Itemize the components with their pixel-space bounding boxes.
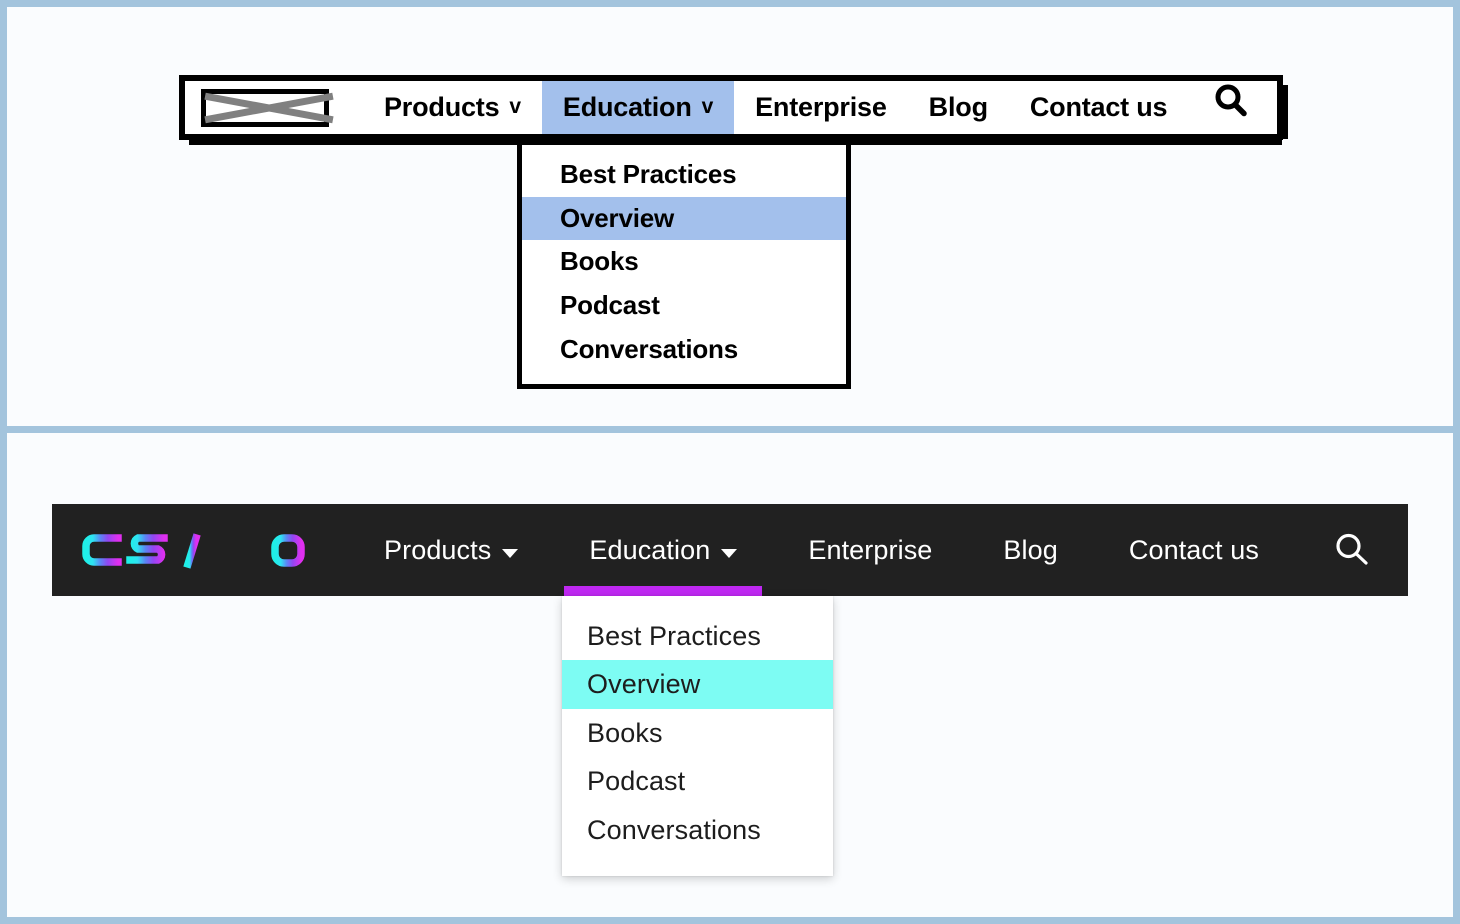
- nav-item-label: Contact us: [1030, 92, 1168, 123]
- nav-item-contact-us[interactable]: Contact us: [1009, 81, 1189, 134]
- dropdown-item-books[interactable]: Books: [562, 709, 833, 757]
- dropdown-item-best-practices[interactable]: Best Practices: [522, 153, 846, 197]
- nav-item-label: Enterprise: [808, 535, 932, 566]
- dropdown-item-podcast[interactable]: Podcast: [522, 284, 846, 328]
- hifi-navbar: Products Education Enterprise Blog Conta…: [52, 504, 1408, 596]
- nav-item-enterprise[interactable]: Enterprise: [783, 504, 957, 596]
- nav-item-label: Education: [589, 535, 710, 566]
- chevron-down-icon: [502, 549, 518, 558]
- nav-item-education[interactable]: Education v: [542, 81, 734, 134]
- nav-item-products[interactable]: Products v: [363, 81, 542, 134]
- chevron-down-icon: [721, 549, 737, 558]
- nav-item-label: Education: [563, 92, 692, 123]
- nav-item-label: Enterprise: [755, 92, 887, 123]
- nav-item-blog[interactable]: Blog: [908, 81, 1009, 134]
- wireframe-nav-items: Products v Education v Enterprise Blog C…: [363, 81, 1277, 134]
- dropdown-item-conversations[interactable]: Conversations: [562, 806, 833, 854]
- nav-item-education[interactable]: Education: [564, 504, 762, 596]
- search-icon[interactable]: [1211, 81, 1251, 121]
- chevron-down-icon: v: [702, 96, 713, 117]
- hifi-panel: Products Education Enterprise Blog Conta…: [7, 440, 1453, 917]
- wireframe-panel: Products v Education v Enterprise Blog C…: [7, 7, 1453, 433]
- nav-item-contact-us[interactable]: Contact us: [1104, 504, 1284, 596]
- nav-item-products[interactable]: Products: [359, 504, 543, 596]
- page-root: Products v Education v Enterprise Blog C…: [0, 0, 1460, 924]
- dropdown-item-best-practices[interactable]: Best Practices: [562, 612, 833, 660]
- nav-item-label: Contact us: [1129, 535, 1259, 566]
- nav-item-label: Products: [384, 92, 499, 123]
- dropdown-item-conversations[interactable]: Conversations: [522, 328, 846, 372]
- wireframe-education-dropdown: Best Practices Overview Books Podcast Co…: [517, 140, 851, 389]
- hifi-education-dropdown: Best Practices Overview Books Podcast Co…: [562, 596, 833, 876]
- nav-item-label: Blog: [1003, 535, 1057, 566]
- nav-item-enterprise[interactable]: Enterprise: [734, 81, 908, 134]
- nav-item-label: Products: [384, 535, 491, 566]
- dropdown-item-overview[interactable]: Overview: [522, 197, 846, 241]
- wireframe-navbar: Products v Education v Enterprise Blog C…: [179, 75, 1283, 140]
- image-placeholder-icon[interactable]: [201, 89, 329, 127]
- search-icon[interactable]: [1331, 529, 1373, 571]
- astro-logo[interactable]: [78, 524, 306, 576]
- hifi-nav-items: Products Education Enterprise Blog Conta…: [359, 504, 1284, 596]
- nav-item-label: Blog: [929, 92, 988, 123]
- chevron-down-icon: v: [509, 96, 520, 117]
- nav-item-blog[interactable]: Blog: [978, 504, 1082, 596]
- dropdown-item-podcast[interactable]: Podcast: [562, 757, 833, 805]
- dropdown-item-books[interactable]: Books: [522, 240, 846, 284]
- dropdown-item-overview[interactable]: Overview: [562, 660, 833, 708]
